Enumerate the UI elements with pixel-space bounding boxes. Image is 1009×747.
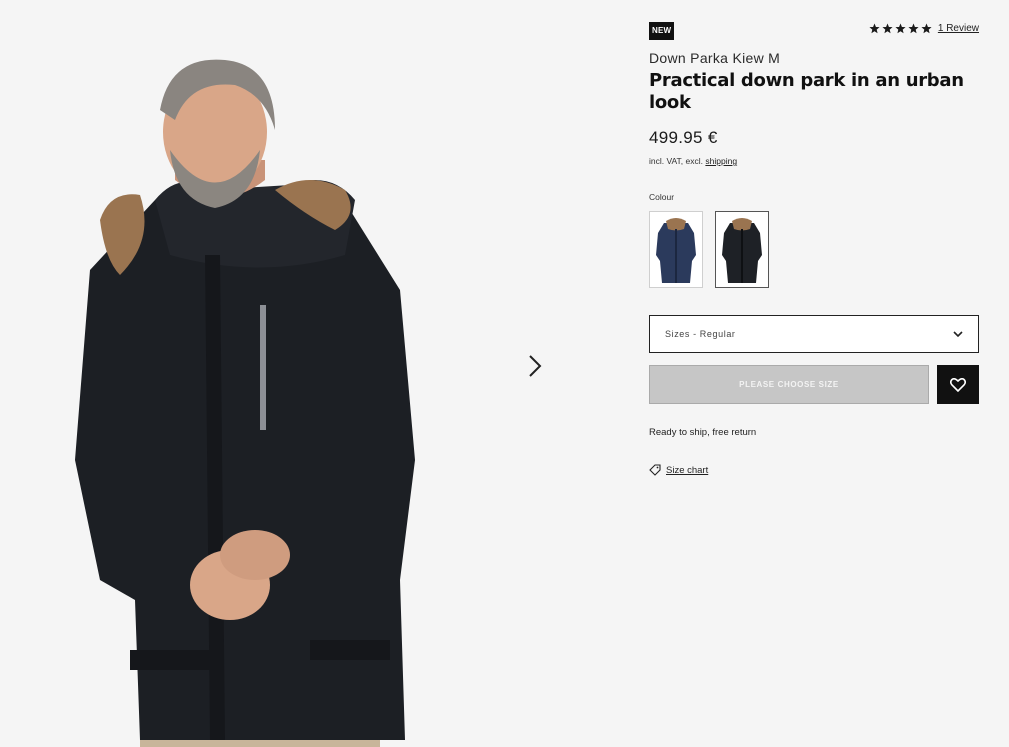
star-icon <box>921 23 932 34</box>
price: 499.95 € <box>649 128 718 147</box>
purchase-actions: PLEASE CHOOSE SIZE <box>649 365 979 404</box>
product-details: NEW 1 Review Down Parka Kiew M Practical… <box>649 22 979 476</box>
chevron-right-icon <box>529 355 542 377</box>
new-badge: NEW <box>649 22 675 40</box>
size-chart: Size chart <box>649 464 979 476</box>
colour-swatch-black[interactable] <box>715 211 769 288</box>
tag-icon <box>649 464 661 476</box>
vat-text: incl. VAT, excl. <box>649 156 704 166</box>
shipping-note: Ready to ship, free return <box>649 427 757 438</box>
heart-icon <box>950 377 966 392</box>
star-icon <box>895 23 906 34</box>
size-chart-link[interactable]: Size chart <box>666 465 708 476</box>
gallery-next-button[interactable] <box>520 350 550 382</box>
jacket-thumbnail <box>722 217 762 283</box>
chevron-down-icon <box>953 330 963 337</box>
choose-size-button[interactable]: PLEASE CHOOSE SIZE <box>649 365 929 404</box>
product-title: Practical down park in an urban look <box>649 70 964 113</box>
wishlist-button[interactable] <box>937 365 979 404</box>
product-image <box>75 59 415 747</box>
shipping-link[interactable]: shipping <box>705 156 737 166</box>
colour-swatches <box>649 211 979 288</box>
product-gallery <box>0 0 600 747</box>
size-dropdown-value: Sizes - Regular <box>665 329 736 339</box>
star-icon <box>882 23 893 34</box>
review-link[interactable]: 1 Review <box>938 23 979 34</box>
jacket-thumbnail <box>656 217 696 283</box>
colour-label: Colour <box>649 192 675 202</box>
product-name: Down Parka Kiew M <box>649 50 781 66</box>
vat-note: incl. VAT, excl. shipping <box>649 156 979 166</box>
rating-stars <box>869 23 932 34</box>
badge-rating-row: NEW 1 Review <box>649 22 979 40</box>
star-icon <box>908 23 919 34</box>
rating: 1 Review <box>869 23 979 34</box>
colour-swatch-navy[interactable] <box>649 211 703 288</box>
size-dropdown[interactable]: Sizes - Regular <box>649 315 979 353</box>
star-icon <box>869 23 880 34</box>
